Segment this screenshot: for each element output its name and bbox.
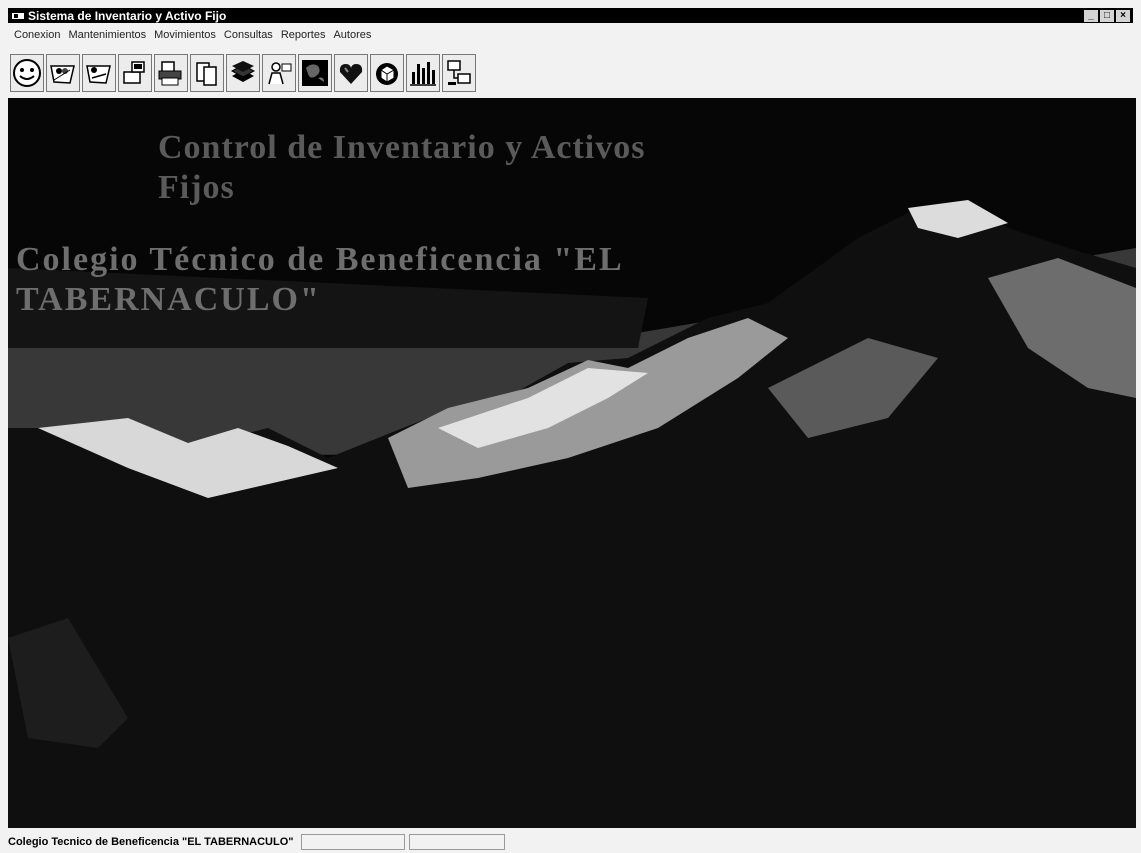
status-panel-1: [301, 834, 406, 850]
cube-icon: [376, 63, 398, 85]
computer-user-icon: [123, 61, 145, 84]
menu-reportes[interactable]: Reportes: [281, 29, 326, 41]
smiley-icon: [13, 59, 41, 87]
menu-conexion[interactable]: Conexion: [14, 29, 60, 41]
user-edit-icon: [268, 62, 292, 85]
connect-button[interactable]: [46, 54, 80, 92]
books-button[interactable]: [226, 54, 260, 92]
title-bar: Sistema de Inventario y Activo Fijo _ □ …: [8, 8, 1133, 23]
maximize-button[interactable]: □: [1100, 9, 1114, 22]
menu-consultas[interactable]: Consultas: [224, 29, 273, 41]
heart-button[interactable]: [334, 54, 368, 92]
print-button[interactable]: [154, 54, 188, 92]
main-mdi-area: Control de Inventario y Activos Fijos Co…: [8, 98, 1136, 828]
globe-icon: [302, 60, 328, 86]
menu-autores[interactable]: Autores: [333, 29, 371, 41]
cube-button[interactable]: [370, 54, 404, 92]
printer-icon: [158, 61, 182, 86]
status-text: Colegio Tecnico de Beneficencia "EL TABE…: [8, 836, 294, 848]
globe-button[interactable]: [298, 54, 332, 92]
network-icon: [447, 60, 471, 85]
chart-button[interactable]: [406, 54, 440, 92]
menu-mantenimientos[interactable]: Mantenimientos: [68, 29, 146, 41]
chart-icon: [410, 62, 436, 86]
menu-bar: Conexion Mantenimientos Movimientos Cons…: [8, 26, 1133, 44]
books-icon: [230, 61, 256, 82]
documents-button[interactable]: [190, 54, 224, 92]
toolbar: [8, 48, 1135, 98]
disconnect-button[interactable]: [82, 54, 116, 92]
app-icon: [12, 12, 24, 19]
status-bar: Colegio Tecnico de Beneficencia "EL TABE…: [8, 832, 1133, 852]
documents-icon: [196, 62, 217, 86]
minimize-button[interactable]: _: [1084, 9, 1098, 22]
menu-movimientos[interactable]: Movimientos: [154, 29, 216, 41]
banner-title: Control de Inventario y Activos Fijos: [158, 129, 646, 206]
smiley-button[interactable]: [10, 54, 44, 92]
banner-school-name: Colegio Técnico de Beneficencia "EL TABE…: [16, 241, 622, 318]
user-computer-button[interactable]: [118, 54, 152, 92]
status-panel-2: [409, 834, 506, 850]
user-edit-button[interactable]: [262, 54, 296, 92]
network-button[interactable]: [442, 54, 476, 92]
connection-icon: [50, 65, 75, 84]
close-button[interactable]: ×: [1116, 9, 1130, 22]
heart-icon: [339, 64, 363, 84]
window-title: Sistema de Inventario y Activo Fijo: [28, 8, 227, 23]
disconnect-icon: [86, 65, 111, 84]
